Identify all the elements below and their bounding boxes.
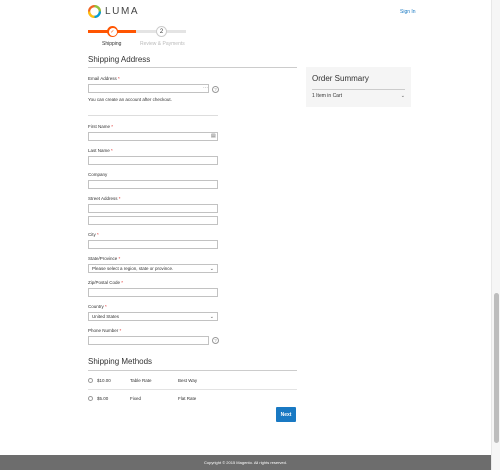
phone-field[interactable] [88, 336, 209, 345]
zip-field[interactable] [88, 288, 218, 297]
chevron-down-icon[interactable]: ⌄ [401, 93, 405, 99]
state-select-value: Please select a region, state or provinc… [92, 266, 174, 271]
country-select[interactable]: United States ⌄ [88, 312, 218, 321]
email-note: You can create an account after checkout… [88, 97, 172, 102]
country-select-value: United States [92, 314, 120, 319]
checkout-progress: ✓ 2 Shipping Review & Payments [88, 26, 188, 56]
email-label: Email Address * [88, 76, 120, 81]
state-label: State/Province * [88, 256, 121, 261]
street-line-1-field[interactable] [88, 204, 218, 213]
shipping-method-row[interactable]: $10.00 Table Rate Best Way [88, 375, 297, 387]
shipping-methods-rule [88, 370, 297, 371]
shipping-price: $5.00 [97, 396, 109, 401]
city-field[interactable] [88, 240, 218, 249]
street-address-label: Street Address * [88, 196, 121, 201]
luma-logo-icon [88, 5, 101, 18]
last-name-label: Last Name * [88, 148, 113, 153]
shipping-method-radio[interactable] [88, 378, 93, 383]
company-field[interactable] [88, 180, 218, 189]
chevron-down-icon: ⌄ [209, 314, 214, 320]
luma-logo[interactable]: LUMA [88, 5, 139, 18]
first-name-autofill-icon: ▤ [211, 133, 216, 139]
page-scrollbar[interactable] [491, 0, 500, 470]
first-name-field[interactable] [88, 132, 218, 141]
city-label: City * [88, 232, 99, 237]
phone-label: Phone Number * [88, 328, 122, 333]
logo-text: LUMA [105, 6, 140, 17]
shipping-carrier: Flat Rate [178, 396, 197, 401]
chevron-down-icon: ⌄ [209, 266, 214, 272]
form-divider [88, 115, 218, 116]
order-summary: Order Summary 1 Item in Cart ⌄ [306, 67, 411, 107]
shipping-method-title: Table Rate [130, 378, 152, 383]
phone-help-icon[interactable]: ? [212, 337, 219, 344]
state-select[interactable]: Please select a region, state or provinc… [88, 264, 218, 273]
email-field[interactable] [88, 84, 209, 93]
country-label: Country * [88, 304, 107, 309]
email-autofill-icon: ⋯ [203, 85, 208, 91]
order-summary-rule [312, 89, 405, 90]
order-summary-title: Order Summary [312, 74, 369, 83]
checkout-page: LUMA Sign In ✓ 2 Shipping Review & Payme… [0, 0, 491, 470]
shipping-methods-title: Shipping Methods [88, 357, 153, 366]
last-name-field[interactable] [88, 156, 218, 165]
footer-copyright: Copyright © 2015 Magento. All rights res… [204, 460, 287, 465]
step-shipping-check-icon: ✓ [107, 26, 118, 37]
shipping-method-row[interactable]: $5.00 Fixed Flat Rate [88, 393, 297, 405]
shipping-method-title: Fixed [130, 396, 142, 401]
shipping-price: $10.00 [97, 378, 111, 383]
shipping-address-title: Shipping Address [88, 55, 151, 64]
zip-label: Zip/Postal Code * [88, 280, 124, 285]
first-name-label: First Name * [88, 124, 114, 129]
step-review-label: Review & Payments [140, 41, 185, 47]
footer: Copyright © 2015 Magento. All rights res… [0, 455, 491, 470]
next-button[interactable]: Next [276, 407, 296, 422]
shipping-row-divider [88, 389, 297, 390]
sign-in-link[interactable]: Sign In [400, 9, 416, 15]
shipping-address-rule [88, 67, 297, 68]
email-help-icon[interactable]: ? [212, 86, 219, 93]
scrollbar-thumb[interactable] [494, 293, 499, 443]
shipping-method-radio[interactable] [88, 396, 93, 401]
shipping-carrier: Best Way [178, 378, 198, 383]
items-in-cart-toggle[interactable]: 1 Item in Cart [312, 93, 342, 99]
step-shipping-label[interactable]: Shipping [102, 41, 121, 47]
street-line-2-field[interactable] [88, 216, 218, 225]
company-label: Company [88, 172, 108, 177]
step-review-number: 2 [156, 26, 167, 37]
